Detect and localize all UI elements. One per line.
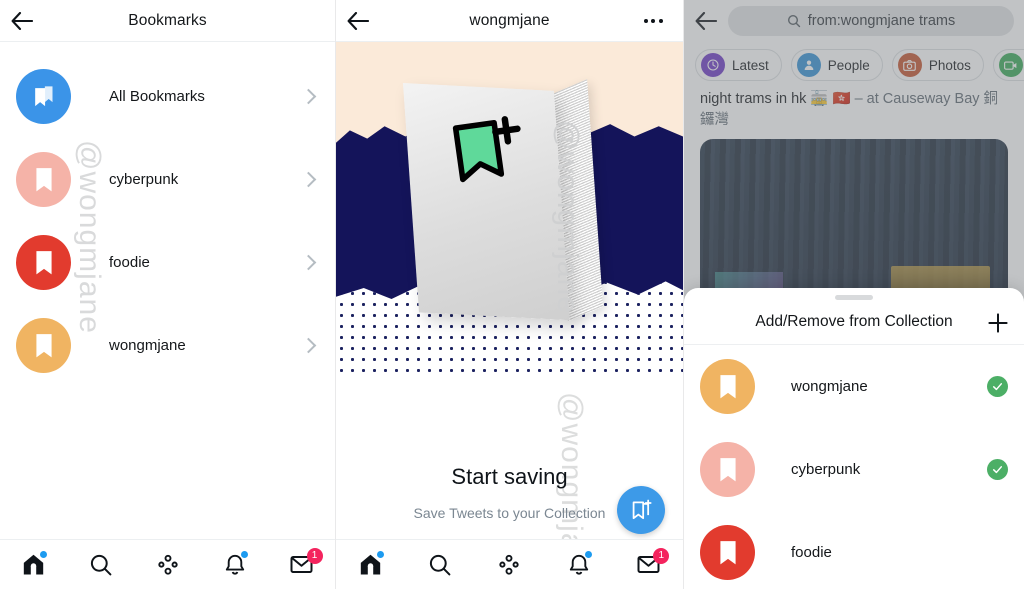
nav-item-search[interactable] (414, 540, 466, 589)
back-arrow-icon[interactable] (0, 0, 44, 42)
chevron-right-icon (300, 254, 317, 271)
search-panel: from:wongmjane trams Latest People Photo… (684, 0, 1024, 589)
collection-row-wongmjane[interactable]: wongmjane (0, 304, 335, 387)
sheet-row-label: cyberpunk (791, 461, 861, 478)
chevron-right-icon (300, 171, 317, 188)
sheet-header: Add/Remove from Collection (684, 300, 1024, 345)
bookmark-stack-icon (35, 86, 53, 107)
sheet-row-label: foodie (791, 544, 832, 561)
collection-appbar: wongmjane (336, 0, 683, 42)
bookmarks-panel: Bookmarks @wongmjane All Bookmarks cyber… (0, 0, 336, 589)
nav-item-spaces[interactable] (483, 540, 535, 589)
selected-check-icon (987, 376, 1008, 397)
add-remove-collection-sheet: Add/Remove from Collection wongmjane cyb… (684, 288, 1024, 589)
empty-state-title: Start saving (451, 464, 568, 489)
avatar (16, 152, 71, 207)
bookmark-icon (719, 540, 736, 564)
bottom-nav-bar: 1 (336, 539, 683, 589)
add-to-collection-icon (632, 499, 652, 519)
bookmark-plus-icon (452, 116, 521, 183)
search-icon (429, 554, 451, 575)
chevron-right-icon (300, 337, 317, 354)
selected-check-icon (987, 459, 1008, 480)
search-icon (90, 554, 111, 575)
empty-bookmarks-illustration (336, 42, 683, 376)
back-arrow-icon[interactable] (336, 0, 380, 42)
bookmarks-appbar: Bookmarks (0, 0, 335, 42)
avatar (700, 359, 755, 414)
bookmark-icon (719, 457, 736, 481)
sheet-row-wongmjane[interactable]: wongmjane (684, 345, 1024, 428)
collections-list: All Bookmarks cyberpunk foodie wongmjane (0, 42, 335, 387)
nav-item-messages[interactable]: 1 (276, 540, 328, 589)
nav-item-spaces[interactable] (142, 540, 194, 589)
avatar (700, 442, 755, 497)
collection-row-foodie[interactable]: foodie (0, 221, 335, 304)
bottom-nav-bar: 1 (0, 539, 335, 589)
collection-label: foodie (109, 254, 150, 271)
sheet-title: Add/Remove from Collection (755, 313, 953, 330)
nav-item-home[interactable] (8, 540, 60, 589)
more-horizontal-icon[interactable] (633, 0, 673, 42)
page-title: wongmjane (469, 11, 550, 29)
sheet-row-foodie[interactable]: foodie (684, 511, 1024, 589)
collection-label: cyberpunk (109, 171, 179, 188)
message-badge: 1 (306, 547, 323, 564)
avatar (16, 235, 71, 290)
bookmark-icon (35, 250, 52, 274)
bookmark-icon (35, 333, 52, 357)
book-illustration (402, 78, 616, 339)
message-badge: 1 (653, 547, 670, 564)
nav-item-home[interactable] (345, 540, 397, 589)
collection-label: All Bookmarks (109, 88, 205, 105)
collection-panel: wongmjane @wongmjane @wongmjane Start sa… (336, 0, 684, 589)
sheet-row-cyberpunk[interactable]: cyberpunk (684, 428, 1024, 511)
collection-label: wongmjane (109, 337, 186, 354)
nav-item-search[interactable] (75, 540, 127, 589)
app-screenshot: Bookmarks @wongmjane All Bookmarks cyber… (0, 0, 1024, 589)
nav-item-notifications[interactable] (553, 540, 605, 589)
unread-dot (39, 550, 47, 558)
nav-item-notifications[interactable] (209, 540, 261, 589)
nav-item-messages[interactable]: 1 (622, 540, 674, 589)
unread-dot (376, 550, 384, 558)
spaces-icon (157, 554, 178, 575)
sheet-row-label: wongmjane (791, 378, 868, 395)
collection-row-all-bookmarks[interactable]: All Bookmarks (0, 55, 335, 138)
add-to-collection-fab[interactable] (617, 486, 665, 534)
collection-row-cyberpunk[interactable]: cyberpunk (0, 138, 335, 221)
avatar (700, 525, 755, 580)
avatar (16, 69, 71, 124)
bookmark-icon (35, 167, 52, 191)
unread-dot (584, 550, 592, 558)
unread-dot (240, 550, 248, 558)
spaces-icon (499, 554, 520, 575)
page-title: Bookmarks (128, 11, 207, 29)
avatar (16, 318, 71, 373)
chevron-right-icon (300, 88, 317, 105)
plus-icon[interactable] (986, 300, 1010, 345)
bookmark-icon (719, 374, 736, 398)
